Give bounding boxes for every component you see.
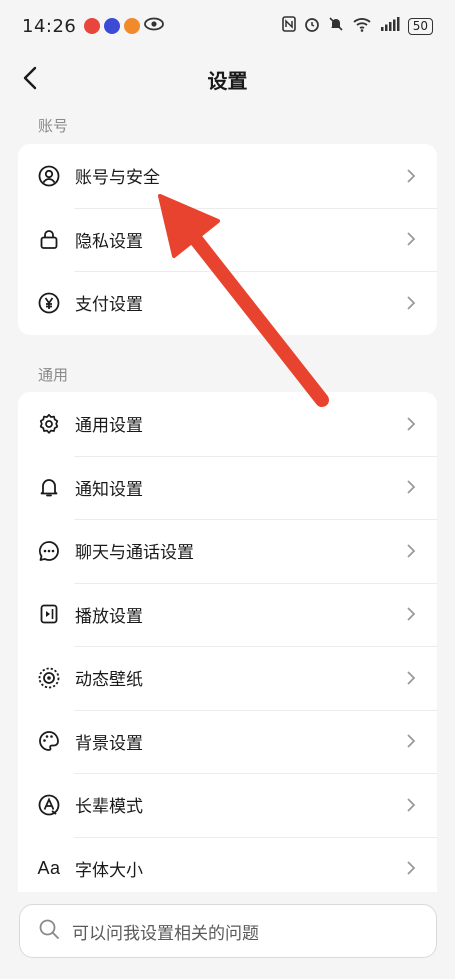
settings-item-label: 支付设置 <box>75 295 143 316</box>
yen-icon <box>37 291 61 315</box>
page-title: 设置 <box>207 68 248 93</box>
settings-item-playback[interactable]: 播放设置 <box>18 582 437 647</box>
settings-item-label: 动态壁纸 <box>75 670 143 691</box>
settings-item-general[interactable]: 通用设置 <box>18 392 437 456</box>
settings-item-label: 隐私设置 <box>75 231 143 252</box>
back-arrow-icon <box>23 66 37 90</box>
settings-item-label: 字体大小 <box>75 860 143 881</box>
chevron-right-icon <box>407 734 416 748</box>
settings-item-notification[interactable]: 通知设置 <box>18 455 437 520</box>
settings-item-label: 背景设置 <box>75 733 143 754</box>
live-wallpaper-icon <box>37 666 61 690</box>
alarm-icon <box>304 16 320 36</box>
section-label-account: 账号 <box>38 117 69 135</box>
settings-item-live-wallpaper[interactable]: 动态壁纸 <box>18 646 437 710</box>
notification-icons <box>84 16 165 36</box>
elder-mode-icon <box>37 793 61 817</box>
status-time: 14:26 <box>22 15 77 37</box>
settings-item-font-size[interactable]: Aa 字体大小 <box>18 836 437 901</box>
signal-icon <box>380 17 400 35</box>
settings-item-label: 账号与安全 <box>75 168 160 189</box>
settings-item-privacy[interactable]: 隐私设置 <box>18 207 437 272</box>
account-settings-card: 账号与安全 隐私设置 支付设置 <box>18 144 437 335</box>
bell-icon <box>37 475 61 499</box>
settings-item-label: 长辈模式 <box>75 797 143 818</box>
search-icon <box>38 918 60 944</box>
back-button[interactable] <box>14 62 46 94</box>
font-size-icon: Aa <box>37 857 61 878</box>
eye-icon <box>144 16 165 36</box>
lock-icon <box>37 227 61 251</box>
play-screen-icon <box>37 602 61 626</box>
palette-icon <box>37 729 61 753</box>
settings-item-account-security[interactable]: 账号与安全 <box>18 144 437 208</box>
notification-app-icon <box>104 18 121 34</box>
settings-item-label: 聊天与通话设置 <box>75 543 194 564</box>
chat-bubble-icon <box>37 539 61 563</box>
chevron-right-icon <box>407 798 416 812</box>
section-label-general: 通用 <box>38 366 69 384</box>
settings-item-background[interactable]: 背景设置 <box>18 709 437 774</box>
status-bar: 14:26 50 <box>0 0 455 52</box>
search-placeholder: 可以问我设置相关的问题 <box>72 923 259 944</box>
mute-icon <box>328 16 344 36</box>
chevron-right-icon <box>407 671 416 685</box>
gear-icon <box>37 412 61 436</box>
settings-search-input[interactable]: 可以问我设置相关的问题 <box>19 904 437 958</box>
settings-item-elder-mode[interactable]: 长辈模式 <box>18 773 437 837</box>
chevron-right-icon <box>407 232 416 246</box>
battery-indicator: 50 <box>407 17 433 35</box>
nav-header: 设置 <box>0 52 455 106</box>
bottom-search-area: 可以问我设置相关的问题 <box>0 892 455 979</box>
chevron-right-icon <box>407 607 416 621</box>
nfc-icon <box>281 16 296 36</box>
settings-item-chat-call[interactable]: 聊天与通话设置 <box>18 519 437 583</box>
wifi-icon <box>352 16 372 36</box>
chevron-right-icon <box>407 544 416 558</box>
chevron-right-icon <box>407 480 416 494</box>
general-settings-card: 通用设置 通知设置 聊天与通话设置 播放设置 动态壁纸 背景设置 长辈模式 Aa… <box>18 392 437 912</box>
chevron-right-icon <box>407 417 416 431</box>
notification-app-icon <box>124 18 141 34</box>
chevron-right-icon <box>407 296 416 310</box>
status-right-icons: 50 <box>281 16 433 36</box>
settings-item-label: 通用设置 <box>75 416 143 437</box>
notification-app-icon <box>84 18 101 34</box>
settings-item-label: 通知设置 <box>75 479 143 500</box>
settings-item-payment[interactable]: 支付设置 <box>18 271 437 335</box>
chevron-right-icon <box>407 169 416 183</box>
chevron-right-icon <box>407 861 416 875</box>
user-circle-icon <box>37 164 61 188</box>
settings-item-label: 播放设置 <box>75 606 143 627</box>
